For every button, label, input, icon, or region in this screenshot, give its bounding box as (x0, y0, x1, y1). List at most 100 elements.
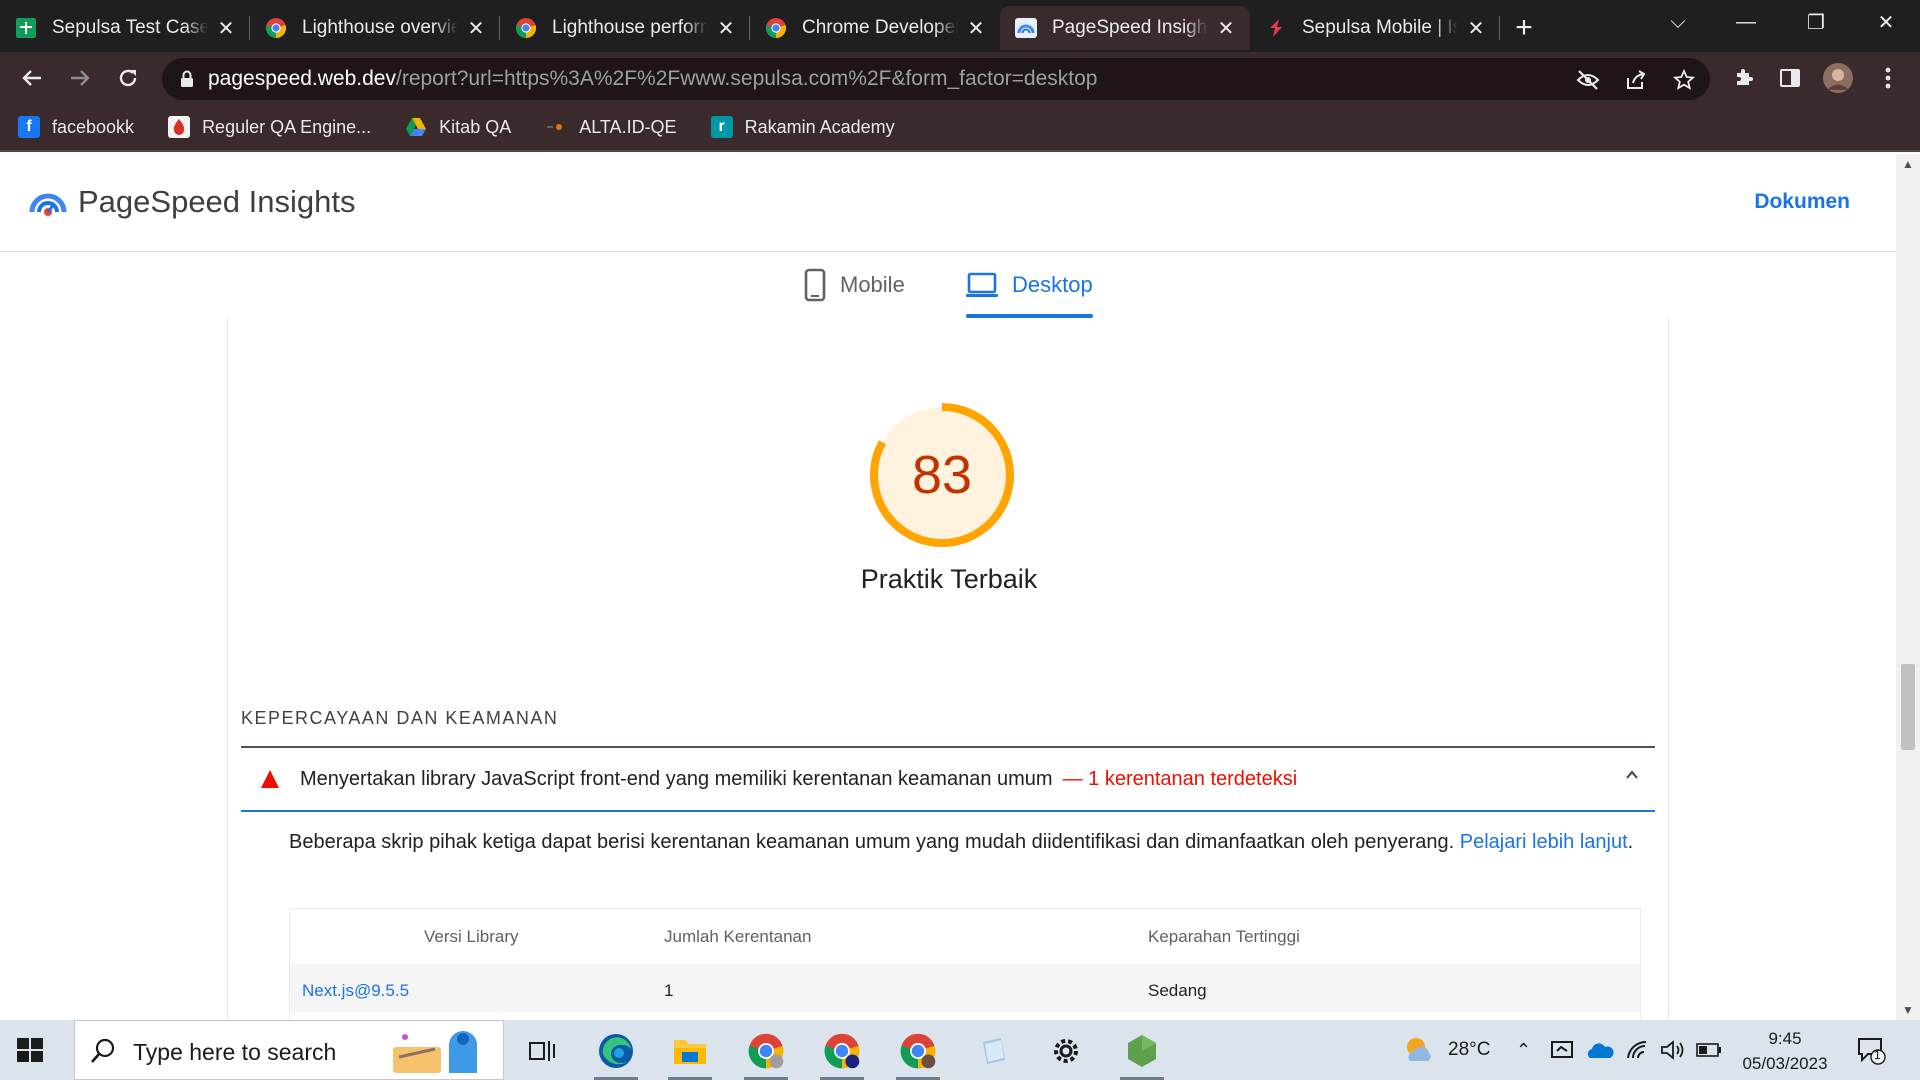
tab-search-icon[interactable]: ⌵ (1648, 0, 1708, 44)
audit-row[interactable]: Menyertakan library JavaScript front-end… (241, 748, 1655, 812)
section-title: KEPERCAYAAN DAN KEAMANAN (241, 708, 559, 728)
facebook-icon: f (18, 116, 40, 138)
score-value: 83 (911, 445, 973, 505)
back-icon[interactable] (8, 54, 56, 102)
page-scrollbar[interactable]: ▲ ▼ (1896, 154, 1920, 1020)
url-path: /report?url=https%3A%2F%2Fwww.sepulsa.co… (396, 67, 1098, 90)
library-link[interactable]: Next.js@9.5.5 (302, 981, 409, 1001)
tab-lighthouse-overview[interactable]: Lighthouse overview ✕ (250, 6, 500, 50)
tab-label: Desktop (1012, 272, 1093, 297)
learn-more-link[interactable]: Pelajari lebih lanjut (1460, 831, 1628, 853)
notepad-icon[interactable] (964, 1028, 1024, 1074)
close-tab-icon[interactable]: ✕ (1466, 16, 1486, 41)
nodejs-icon[interactable] (1112, 1028, 1172, 1080)
tab-desktop[interactable]: Desktop (966, 252, 1093, 318)
close-tab-icon[interactable]: ✕ (716, 16, 736, 41)
search-highlight-icon (393, 1031, 477, 1073)
close-tab-icon[interactable]: ✕ (966, 16, 986, 41)
volume-icon[interactable] (1660, 1020, 1686, 1080)
bookmark-reguler-qa[interactable]: Reguler QA Engine... (168, 116, 371, 138)
edge-icon[interactable] (586, 1028, 646, 1080)
bookmark-site-icon (168, 116, 191, 138)
close-window-icon[interactable]: ✕ (1856, 0, 1916, 44)
share-icon[interactable] (1622, 66, 1650, 94)
audit-title: Menyertakan library JavaScript front-end… (300, 768, 1298, 790)
notification-count: 1 (1874, 1048, 1881, 1062)
psi-header: PageSpeed Insights Dokumen (0, 154, 1896, 252)
search-placeholder: Type here to search (133, 1039, 337, 1065)
score-label: Praktik Terbaik (860, 564, 1038, 594)
extensions-icon[interactable] (1722, 56, 1766, 100)
reload-icon[interactable] (104, 54, 152, 102)
task-view-icon[interactable] (512, 1028, 572, 1074)
chrome-icon (764, 16, 788, 40)
dokumen-link[interactable]: Dokumen (1754, 190, 1850, 214)
laptop-icon (966, 272, 998, 298)
mobile-phone-icon (804, 268, 826, 302)
chevron-up-icon[interactable] (1625, 768, 1639, 782)
severity-value: Sedang (1148, 981, 1207, 1000)
chrome-profile-1-icon[interactable] (736, 1028, 796, 1080)
tab-title: PageSpeed Insights (1052, 17, 1208, 38)
windows-taskbar: Type here to search 28°C ⌃ 9:45 05/03/20… (0, 1020, 1920, 1080)
wifi-icon[interactable] (1626, 1020, 1650, 1080)
close-tab-icon[interactable]: ✕ (1216, 16, 1236, 41)
menu-icon[interactable] (1866, 56, 1910, 100)
scroll-up-icon[interactable]: ▲ (1896, 154, 1920, 174)
vulnerability-count: 1 (664, 981, 674, 1000)
bookmark-facebookk[interactable]: f facebookk (18, 116, 134, 138)
bookmark-kitab-qa[interactable]: Kitab QA (405, 116, 511, 138)
tab-pagespeed-insights[interactable]: PageSpeed Insights ✕ (1000, 6, 1250, 50)
rakamin-icon: r (710, 116, 733, 138)
restore-icon[interactable]: ❐ (1786, 0, 1846, 44)
close-tab-icon[interactable]: ✕ (466, 16, 486, 41)
tab-mobile[interactable]: Mobile (804, 252, 905, 318)
settings-gear-icon[interactable] (1036, 1028, 1096, 1074)
windows-start-icon[interactable] (14, 1034, 46, 1066)
bookmark-star-icon[interactable] (1670, 66, 1698, 94)
scroll-down-icon[interactable]: ▼ (1896, 1000, 1920, 1020)
bookmark-alta-id-qe[interactable]: ALTA.ID-QE (545, 116, 677, 138)
side-panel-icon[interactable] (1768, 56, 1812, 100)
tray-overflow-chevron-icon[interactable]: ⌃ (1516, 1020, 1531, 1080)
weather-temperature: 28°C (1448, 1039, 1491, 1060)
eye-off-icon[interactable] (1574, 66, 1602, 94)
tab-lighthouse-performance[interactable]: Lighthouse perform ✕ (500, 6, 750, 50)
avatar[interactable] (1816, 56, 1860, 100)
pagespeed-icon (1014, 16, 1038, 40)
sepulsa-icon (1264, 16, 1288, 40)
tab-sepulsa-test-case[interactable]: Sepulsa Test Case_E ✕ (0, 6, 250, 50)
new-tab-button[interactable]: + (1500, 6, 1548, 50)
battery-icon[interactable] (1696, 1020, 1722, 1080)
tab-title: Sepulsa Test Case_E (52, 17, 208, 38)
browser-toolbar: pagespeed.web.dev/report?url=https%3A%2F… (0, 52, 1920, 104)
file-explorer-icon[interactable] (660, 1028, 720, 1080)
close-tab-icon[interactable]: ✕ (216, 16, 236, 41)
tab-chrome-developers[interactable]: Chrome Developers ✕ (750, 6, 1000, 50)
minimize-icon[interactable]: — (1716, 0, 1776, 44)
tab-title: Sepulsa Mobile | Isi (1302, 17, 1458, 38)
system-clock[interactable]: 9:45 05/03/2023 (1730, 1026, 1840, 1076)
page-title: PageSpeed Insights (78, 184, 356, 219)
tab-title: Lighthouse perform (552, 17, 708, 38)
bookmark-label: Kitab QA (439, 116, 512, 137)
clock-time: 9:45 (1768, 1029, 1802, 1048)
tab-sepulsa-mobile[interactable]: Sepulsa Mobile | Isi ✕ (1250, 6, 1500, 50)
scrollbar-thumb[interactable] (1901, 664, 1915, 750)
weather-widget[interactable]: 28°C (1402, 1020, 1490, 1080)
bookmark-rakamin-academy[interactable]: r Rakamin Academy (710, 116, 895, 138)
chrome-profile-2-icon[interactable] (812, 1028, 872, 1080)
table-row (290, 963, 1640, 1013)
taskbar-search[interactable]: Type here to search (74, 1020, 504, 1080)
tab-title: Lighthouse overview (302, 17, 458, 38)
pagespeed-logo-icon[interactable] (28, 182, 68, 222)
notification-center-icon[interactable]: 1 (1856, 1020, 1886, 1080)
column-header: Keparahan Tertinggi (1148, 927, 1300, 946)
address-bar[interactable]: pagespeed.web.dev/report?url=https%3A%2F… (162, 58, 1710, 100)
library-table: Versi Library Jumlah Kerentanan Keparaha… (289, 908, 1641, 1020)
onedrive-icon[interactable] (1586, 1020, 1614, 1080)
chrome-profile-3-icon[interactable] (888, 1028, 948, 1080)
forward-icon[interactable] (56, 54, 104, 102)
page-content: PageSpeed Insights Dokumen Mobile Deskto… (0, 154, 1896, 1020)
tray-app-icon[interactable] (1550, 1020, 1574, 1080)
